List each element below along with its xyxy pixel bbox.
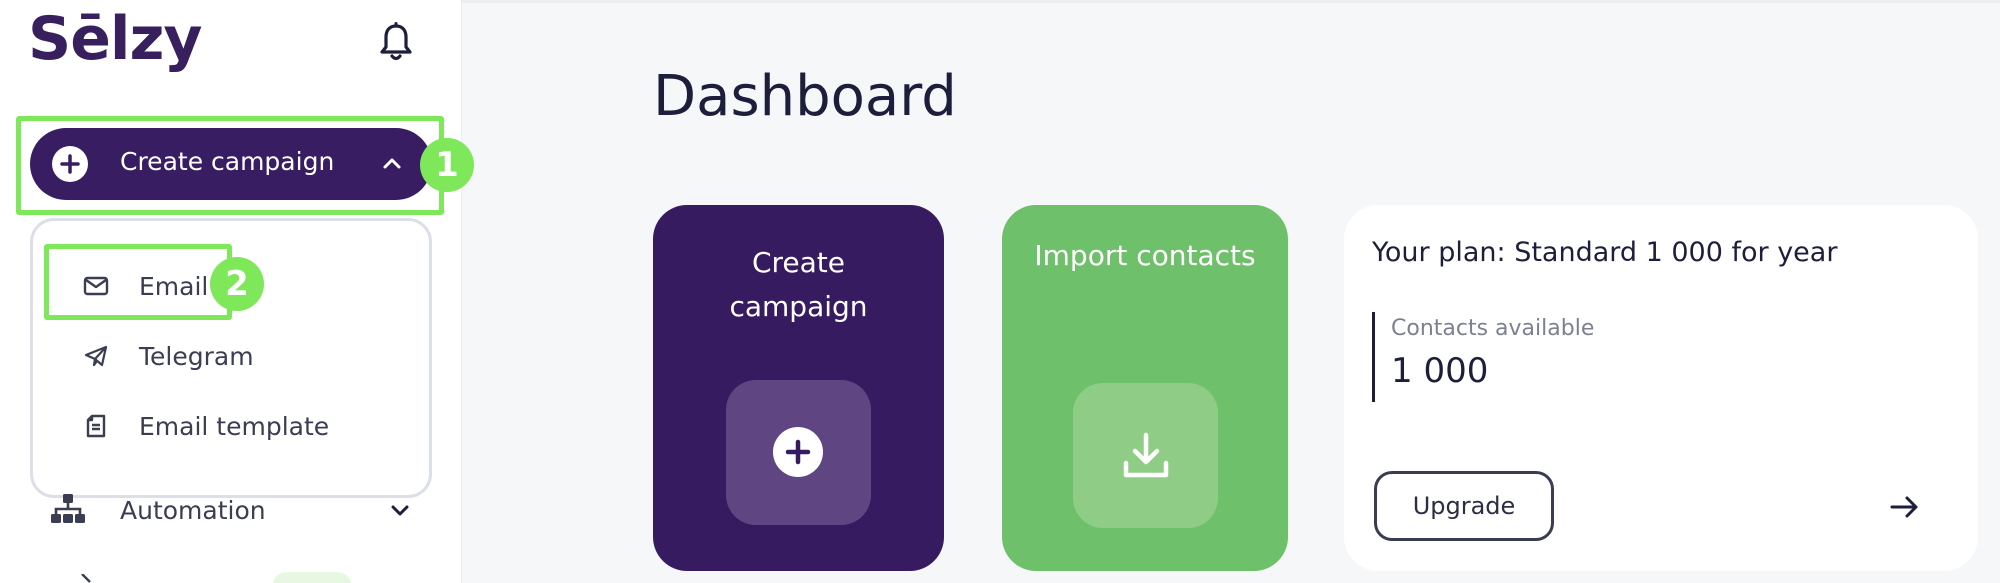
upgrade-button[interactable]: Upgrade bbox=[1374, 471, 1554, 541]
template-icon bbox=[86, 414, 106, 438]
highlight-box-step1 bbox=[16, 116, 444, 215]
page-title: Dashboard bbox=[653, 64, 957, 129]
import-contacts-card[interactable]: Import contacts bbox=[1002, 205, 1288, 571]
sidebar-item-automation[interactable]: Automation bbox=[50, 490, 409, 530]
automation-label: Automation bbox=[120, 495, 266, 525]
step-badge-1: 1 bbox=[420, 138, 474, 192]
dropdown-item-telegram[interactable]: Telegram bbox=[83, 336, 254, 376]
card-title: Create campaign bbox=[729, 246, 868, 323]
create-campaign-tile[interactable] bbox=[726, 380, 871, 525]
contacts-label: Contacts available bbox=[1391, 316, 1595, 341]
sidebar-item-icon bbox=[81, 574, 91, 583]
highlight-box-step2 bbox=[44, 244, 232, 320]
automation-icon bbox=[51, 494, 85, 523]
plan-card: Your plan: Standard 1 000 for year Conta… bbox=[1344, 205, 1978, 571]
card-title: Import contacts bbox=[1034, 239, 1256, 272]
download-icon bbox=[1123, 432, 1169, 478]
contacts-stat: Contacts available 1 000 bbox=[1372, 312, 1594, 402]
import-contacts-tile[interactable] bbox=[1073, 383, 1218, 528]
step-badge-2: 2 bbox=[210, 257, 264, 311]
arrow-right-icon[interactable] bbox=[1884, 487, 1924, 527]
status-badge bbox=[272, 572, 352, 583]
chevron-down-icon[interactable] bbox=[388, 498, 412, 522]
plan-title: Your plan: Standard 1 000 for year bbox=[1372, 237, 1838, 268]
top-divider bbox=[462, 0, 2000, 3]
dropdown-item-label: Telegram bbox=[139, 341, 254, 371]
create-campaign-card[interactable]: Create campaign bbox=[653, 205, 944, 571]
plus-circle-icon bbox=[773, 427, 823, 477]
dropdown-item-email-template[interactable]: Email template bbox=[83, 406, 329, 446]
contacts-value: 1 000 bbox=[1391, 351, 1489, 391]
bell-icon[interactable] bbox=[378, 20, 414, 64]
dropdown-item-label: Email template bbox=[139, 411, 330, 441]
selzy-logo[interactable]: Sēlzy bbox=[28, 4, 203, 74]
telegram-icon bbox=[84, 345, 108, 367]
